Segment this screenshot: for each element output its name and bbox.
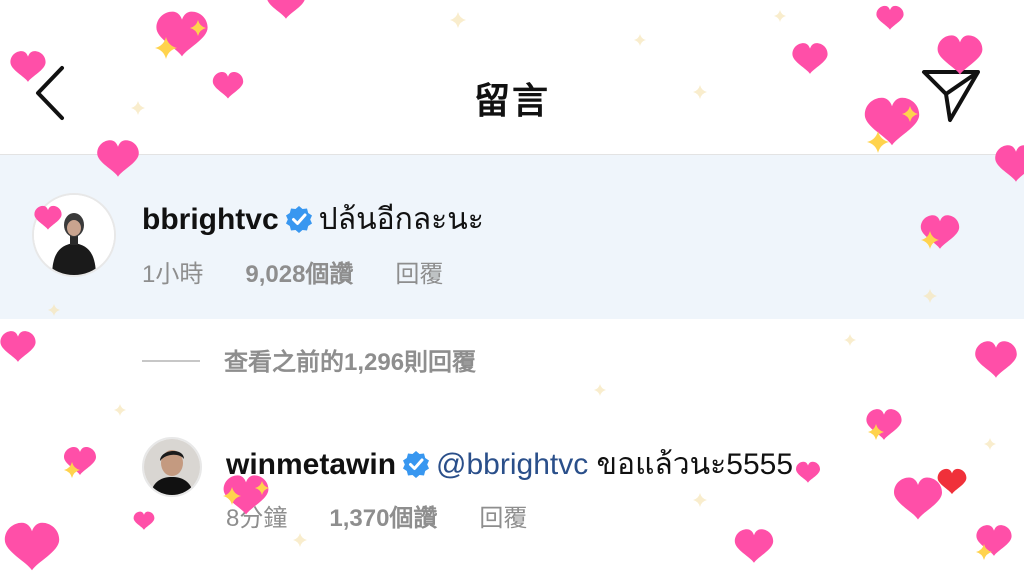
- reply-line: winmetawin @bbrightvc ขอแล้วนะ5555: [226, 441, 793, 488]
- header-bar: 留言: [0, 0, 1024, 155]
- caption-line: bbrightvc ปล้นอีกละนะ: [142, 196, 484, 243]
- reply-text: ขอแล้วนะ5555: [588, 448, 794, 481]
- paper-plane-icon: [922, 70, 980, 122]
- caption-text: ปล้นอีกละนะ: [318, 203, 484, 236]
- view-previous-replies[interactable]: 查看之前的1,296則回覆: [142, 342, 476, 377]
- page-title: 留言: [473, 80, 550, 121]
- caption-time: 1小時: [142, 261, 204, 288]
- avatar-image: [144, 439, 200, 495]
- reply-time: 8分鐘: [226, 505, 288, 532]
- reply-mention-link[interactable]: @bbrightvc: [436, 448, 588, 481]
- caption-reply-button[interactable]: 回覆: [395, 261, 443, 288]
- view-previous-label: 查看之前的1,296則回覆: [224, 349, 477, 376]
- avatar[interactable]: [142, 437, 202, 497]
- avatar[interactable]: [32, 193, 116, 277]
- heart-icon: [937, 468, 967, 495]
- share-button[interactable]: [918, 62, 984, 128]
- caption-likes[interactable]: 9,028個讚: [245, 261, 353, 288]
- reply-meta: 8分鐘 1,370個讚 回覆: [226, 498, 569, 533]
- reply-reply-button[interactable]: 回覆: [479, 505, 527, 532]
- divider-line: [142, 360, 200, 362]
- verified-badge-icon: [402, 450, 430, 486]
- verified-badge-icon: [285, 205, 313, 241]
- avatar-image: [34, 195, 114, 275]
- reply-username[interactable]: winmetawin: [226, 448, 396, 481]
- reply-likes[interactable]: 1,370個讚: [329, 505, 437, 532]
- caption-meta: 1小時 9,028個讚 回覆: [142, 254, 485, 289]
- caption-username[interactable]: bbrightvc: [142, 203, 279, 236]
